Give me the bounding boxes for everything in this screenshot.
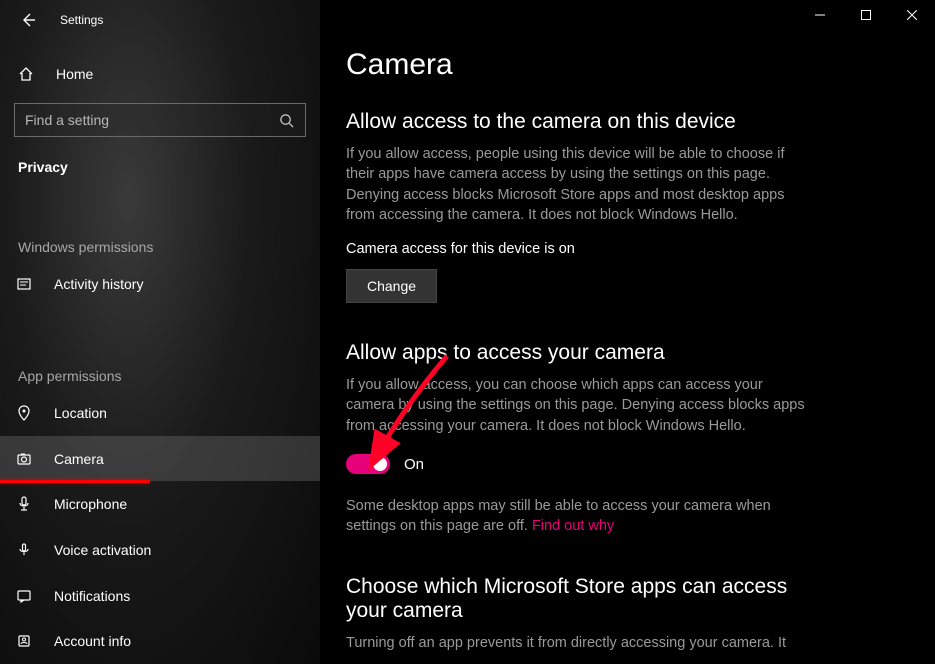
section1-body: If you allow access, people using this d…: [346, 144, 806, 225]
page-title: Camera: [346, 48, 895, 82]
search-icon: [279, 113, 295, 128]
section3-title: Choose which Microsoft Store apps can ac…: [346, 575, 806, 623]
maximize-button[interactable]: [843, 0, 889, 30]
section2-body: If you allow access, you can choose whic…: [346, 375, 806, 436]
toggle-knob: [373, 457, 387, 471]
microphone-icon: [16, 496, 34, 512]
nav-label: Activity history: [54, 276, 143, 292]
home-icon: [18, 66, 36, 82]
notifications-icon: [16, 588, 34, 604]
window-controls: [797, 0, 935, 30]
minimize-button[interactable]: [797, 0, 843, 30]
section1-title: Allow access to the camera on this devic…: [346, 110, 895, 134]
nav-account-info[interactable]: Account info: [0, 618, 320, 664]
sidebar: Settings Home Privacy Windows permission…: [0, 0, 320, 664]
nav-notifications[interactable]: Notifications: [0, 573, 320, 619]
arrow-left-icon: [20, 12, 36, 28]
close-button[interactable]: [889, 0, 935, 30]
minimize-icon: [815, 10, 825, 20]
section2-title: Allow apps to access your camera: [346, 341, 895, 365]
nav-location[interactable]: Location: [0, 390, 320, 436]
search-input[interactable]: [25, 112, 279, 128]
camera-access-status: Camera access for this device is on: [346, 241, 895, 257]
nav-label: Camera: [54, 451, 104, 467]
voice-icon: [16, 542, 34, 558]
nav-activity-history[interactable]: Activity history: [0, 261, 320, 307]
nav-label: Location: [54, 405, 107, 421]
main-content: Camera Allow access to the camera on thi…: [320, 0, 935, 664]
titlebar-label: Settings: [60, 13, 103, 27]
home-nav[interactable]: Home: [0, 54, 320, 94]
nav-voice-activation[interactable]: Voice activation: [0, 527, 320, 573]
nav-microphone[interactable]: Microphone: [0, 481, 320, 527]
desktop-apps-note: Some desktop apps may still be able to a…: [346, 496, 806, 537]
back-button[interactable]: [18, 10, 38, 30]
toggle-state-label: On: [404, 456, 424, 473]
search-box[interactable]: [14, 103, 306, 137]
nav-label: Account info: [54, 633, 131, 649]
account-icon: [16, 633, 34, 649]
nav-camera[interactable]: Camera: [0, 436, 320, 482]
close-icon: [907, 10, 917, 20]
apps-access-toggle[interactable]: [346, 454, 390, 474]
find-out-why-link[interactable]: Find out why: [532, 518, 614, 534]
section3-body: Turning off an app prevents it from dire…: [346, 633, 806, 653]
privacy-label: Privacy: [0, 147, 320, 177]
nav-label: Notifications: [54, 588, 130, 604]
change-button[interactable]: Change: [346, 269, 437, 303]
apps-access-toggle-row: On: [346, 454, 895, 474]
camera-icon: [16, 451, 34, 467]
titlebar: Settings: [0, 0, 320, 40]
history-icon: [16, 276, 34, 292]
maximize-icon: [861, 10, 871, 20]
location-icon: [16, 405, 34, 421]
home-label: Home: [56, 66, 93, 82]
section-app-permissions: App permissions: [0, 358, 320, 390]
nav-label: Microphone: [54, 496, 127, 512]
section-windows-permissions: Windows permissions: [0, 229, 320, 261]
nav-label: Voice activation: [54, 542, 151, 558]
